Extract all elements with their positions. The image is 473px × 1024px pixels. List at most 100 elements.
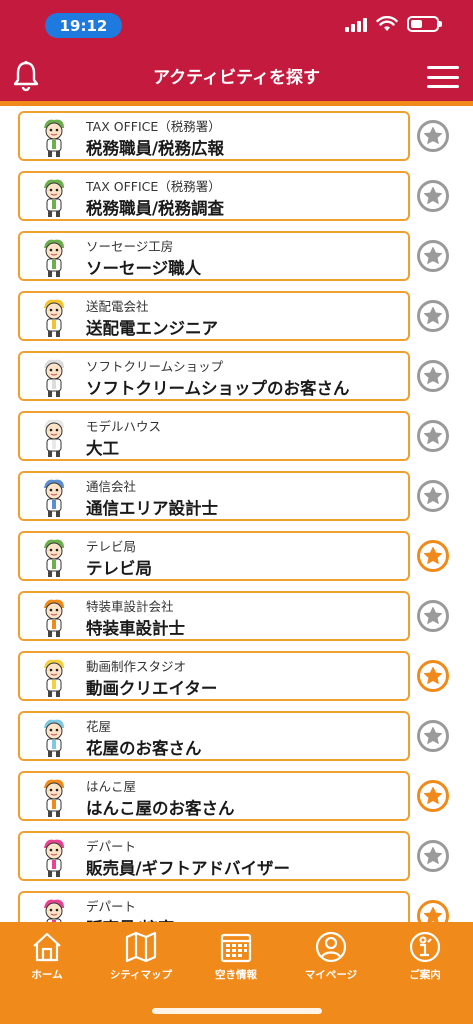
status-icons (345, 16, 442, 32)
activity-job-title: ソーセージ職人 (86, 259, 202, 278)
character-avatar (44, 899, 64, 922)
activity-list[interactable]: TAX OFFICE（税務署） 税務職員/税務広報 TAX OFFICE（税務署） 税… (0, 106, 473, 922)
user-icon (315, 931, 347, 963)
activity-company: TAX OFFICE（税務署） (86, 179, 221, 194)
activity-row: 花屋 花屋のお客さん (0, 706, 473, 766)
star-icon (424, 307, 442, 324)
activity-job-title: 特装車設計士 (86, 619, 185, 638)
activity-card[interactable]: デパート販売員/接客 (18, 891, 410, 922)
activity-job-title: 販売員/接客 (86, 915, 175, 922)
star-icon (424, 187, 442, 204)
battery-icon (407, 16, 442, 32)
activity-job-title: 動画クリエイター (86, 679, 218, 698)
favorite-star-button[interactable] (417, 540, 449, 572)
activity-company: ソーセージ工房 (86, 239, 174, 254)
activity-card[interactable]: ソーセージ工房ソーセージ職人 (18, 231, 410, 281)
activity-row: モデルハウス 大工 (0, 406, 473, 466)
activity-card[interactable]: 特装車設計会社特装車設計士 (18, 591, 410, 641)
activity-card[interactable]: TAX OFFICE（税務署） 税務職員/税務調査 (18, 171, 410, 221)
star-icon (424, 427, 442, 444)
activity-row: ソフトクリームショップソフトクリームショップのお客さん (0, 346, 473, 406)
character-avatar (44, 599, 64, 637)
character-avatar (44, 179, 64, 217)
activity-card[interactable]: モデルハウス 大工 (18, 411, 410, 461)
favorite-star-button[interactable] (417, 600, 449, 632)
star-icon (424, 127, 442, 144)
activity-company: 動画制作スタジオ (86, 659, 187, 674)
star-icon (424, 667, 442, 684)
activity-card[interactable]: TAX OFFICE（税務署） 税務職員/税務広報 (18, 111, 410, 161)
activity-job-title: テレビ局 (86, 559, 152, 578)
nav-home-label: ホーム (31, 969, 63, 981)
hamburger-menu-icon[interactable] (427, 66, 459, 88)
star-icon (424, 847, 442, 864)
favorite-star-button[interactable] (417, 480, 449, 512)
calendar-icon (220, 933, 252, 963)
activity-row: 特装車設計会社特装車設計士 (0, 586, 473, 646)
favorite-star-button[interactable] (417, 660, 449, 692)
character-avatar (44, 539, 64, 577)
favorite-star-button[interactable] (417, 420, 449, 452)
star-icon (424, 247, 442, 264)
status-time: 19:12 (45, 13, 122, 38)
activity-company: はんこ屋 (86, 779, 137, 794)
activity-company: テレビ局 (86, 539, 137, 554)
bottom-nav: ホーム シティマップ 空き情報 マイページ ご案内 (0, 922, 473, 1024)
activity-card[interactable]: デパート 販売員/ギフトアドバイザー (18, 831, 410, 881)
nav-city-map[interactable]: シティマップ (96, 930, 186, 986)
favorite-star-button[interactable] (417, 840, 449, 872)
activity-job-title: 大工 (86, 439, 119, 458)
activity-card[interactable]: 送配電会社 送配電エンジニア (18, 291, 410, 341)
nav-city-map-label: シティマップ (109, 969, 173, 981)
favorite-star-button[interactable] (417, 240, 449, 272)
nav-home[interactable]: ホーム (2, 930, 92, 986)
character-avatar (44, 479, 64, 517)
activity-card[interactable]: はんこ屋 はんこ屋のお客さん (18, 771, 410, 821)
activity-company: 送配電会社 (86, 299, 149, 314)
signal-icon (345, 16, 367, 32)
character-avatar (44, 779, 64, 817)
activity-company: モデルハウス (86, 419, 162, 434)
star-icon (424, 727, 442, 744)
favorite-star-button[interactable] (417, 300, 449, 332)
favorite-star-button[interactable] (417, 180, 449, 212)
activity-card[interactable]: ソフトクリームショップソフトクリームショップのお客さん (18, 351, 410, 401)
activity-job-title: 花屋のお客さん (86, 739, 202, 758)
activity-job-title: ソフトクリームショップのお客さん (86, 379, 350, 398)
nav-availability-label: 空き情報 (215, 969, 257, 981)
activity-row: TAX OFFICE（税務署） 税務職員/税務広報 (0, 106, 473, 166)
activity-company: ソフトクリームショップ (86, 359, 224, 374)
activity-company: 特装車設計会社 (86, 599, 174, 614)
character-avatar (44, 239, 64, 277)
nav-my-page[interactable]: マイページ (286, 930, 376, 986)
character-avatar (44, 299, 64, 337)
activity-job-title: 税務職員/税務調査 (86, 199, 225, 218)
nav-availability[interactable]: 空き情報 (191, 930, 281, 986)
character-avatar (44, 719, 64, 757)
favorite-star-button[interactable] (417, 120, 449, 152)
favorite-star-button[interactable] (417, 720, 449, 752)
star-icon (424, 367, 442, 384)
activity-company: デパート (86, 899, 137, 914)
character-avatar (44, 419, 64, 457)
page-title: アクティビティを探す (152, 68, 321, 88)
activity-company: 花屋 (86, 719, 112, 734)
favorite-star-button[interactable] (417, 360, 449, 392)
map-icon (125, 931, 157, 963)
favorite-star-button[interactable] (417, 900, 449, 922)
character-avatar (44, 659, 64, 697)
activity-card[interactable]: 通信会社 通信エリア設計士 (18, 471, 410, 521)
favorite-star-button[interactable] (417, 780, 449, 812)
activity-row: デパート販売員/接客 (0, 886, 473, 922)
activity-company: TAX OFFICE（税務署） (86, 119, 221, 134)
activity-row: TAX OFFICE（税務署） 税務職員/税務調査 (0, 166, 473, 226)
star-icon (424, 907, 442, 922)
activity-company: デパート (86, 839, 137, 854)
activity-card[interactable]: テレビ局 テレビ局 (18, 531, 410, 581)
activity-row: 送配電会社 送配電エンジニア (0, 286, 473, 346)
activity-card[interactable]: 花屋 花屋のお客さん (18, 711, 410, 761)
activity-card[interactable]: 動画制作スタジオ動画クリエイター (18, 651, 410, 701)
nav-guide[interactable]: ご案内 (380, 930, 470, 986)
star-icon (424, 487, 442, 504)
star-icon (424, 547, 442, 564)
